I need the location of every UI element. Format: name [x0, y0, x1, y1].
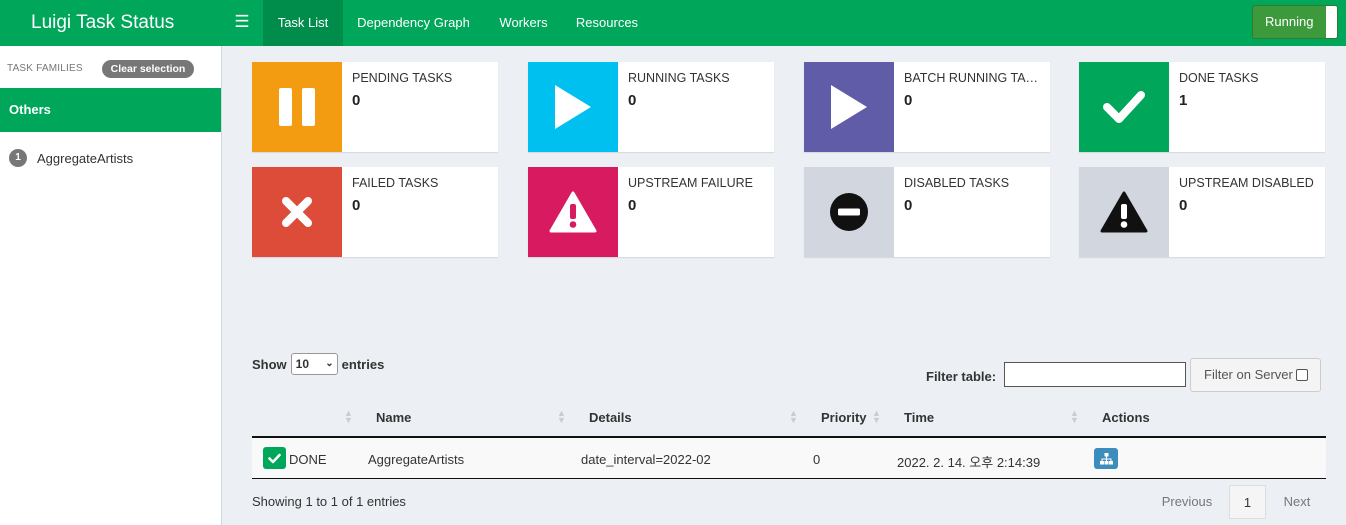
- infobox-label: UPSTREAM FAILURE: [628, 176, 754, 190]
- infobox-label: DISABLED TASKS: [904, 176, 1010, 190]
- tab-resources[interactable]: Resources: [563, 0, 651, 46]
- pagination-previous[interactable]: Previous: [1146, 485, 1228, 519]
- pagination-page-1[interactable]: 1: [1229, 485, 1266, 519]
- sidebar: TASK FAMILIES Clear selection Others 1 A…: [0, 46, 222, 525]
- table-info: Showing 1 to 1 of 1 entries: [252, 494, 406, 509]
- infobox-upstream-failure[interactable]: UPSTREAM FAILURE 0: [528, 167, 774, 257]
- toggle-knob: [1326, 6, 1337, 38]
- infobox-count: 0: [352, 197, 361, 214]
- infobox-label: BATCH RUNNING TASKS: [904, 71, 1044, 85]
- pause-icon: [252, 62, 342, 152]
- sidebar-group-others[interactable]: Others: [0, 88, 221, 132]
- task-name: AggregateArtists: [368, 452, 465, 467]
- times-icon: [252, 167, 342, 257]
- task-details: date_interval=2022-02: [581, 452, 711, 467]
- filter-on-server-button[interactable]: Filter on Server: [1190, 358, 1321, 392]
- infobox-done-tasks[interactable]: DONE TASKS 1: [1079, 62, 1325, 152]
- infobox-label: RUNNING TASKS: [628, 71, 730, 85]
- page-size-value: 10: [295, 357, 310, 371]
- clear-selection-button[interactable]: Clear selection: [102, 60, 194, 78]
- menu-toggle-icon[interactable]: ☰: [228, 0, 256, 46]
- running-toggle-button[interactable]: Running: [1252, 5, 1338, 39]
- play-icon: [528, 62, 618, 152]
- infobox-count: 0: [904, 197, 913, 214]
- infobox-batch-running-tasks[interactable]: BATCH RUNNING TASKS 0: [804, 62, 1050, 152]
- infobox-label: DONE TASKS: [1179, 71, 1259, 85]
- filter-on-server-checkbox[interactable]: [1296, 369, 1308, 381]
- show-entries-control: Show 10 ⌄ entries: [252, 353, 384, 375]
- play-icon: [804, 62, 894, 152]
- entries-label: entries: [341, 356, 385, 372]
- page-size-select[interactable]: 10 ⌄: [290, 353, 338, 375]
- warning-icon: [528, 167, 618, 257]
- infobox-label: FAILED TASKS: [352, 176, 439, 190]
- infobox-disabled-tasks[interactable]: DISABLED TASKS 0: [804, 167, 1050, 257]
- column-header-time[interactable]: Time: [904, 410, 934, 425]
- infobox-count: 0: [352, 92, 361, 109]
- tab-workers[interactable]: Workers: [484, 0, 563, 46]
- sort-icon[interactable]: ▲ ▼: [872, 409, 881, 425]
- dependency-graph-button[interactable]: [1094, 448, 1118, 469]
- infobox-count: 0: [904, 92, 913, 109]
- filter-table-input[interactable]: [1004, 362, 1186, 387]
- column-header-details[interactable]: Details: [589, 410, 632, 425]
- infobox-pending-tasks[interactable]: PENDING TASKS 0: [252, 62, 498, 152]
- chevron-down-icon: ⌄: [325, 358, 334, 369]
- sitemap-icon: [1099, 452, 1113, 464]
- column-header-priority[interactable]: Priority: [821, 410, 867, 425]
- app-title[interactable]: Luigi Task Status: [0, 0, 221, 46]
- sidebar-item-aggregateartists[interactable]: 1 AggregateArtists: [9, 149, 133, 167]
- filter-table-label: Filter table:: [926, 369, 997, 384]
- tab-dependency-graph[interactable]: Dependency Graph: [343, 0, 484, 46]
- warning-icon: [1079, 167, 1169, 257]
- check-icon: [1079, 62, 1169, 152]
- task-status: DONE: [289, 452, 327, 467]
- running-label: Running: [1265, 14, 1314, 29]
- family-name: AggregateArtists: [37, 150, 134, 166]
- infobox-count: 0: [628, 92, 637, 109]
- sort-icon[interactable]: ▲ ▼: [1070, 409, 1079, 425]
- sort-icon[interactable]: ▲ ▼: [789, 409, 798, 425]
- task-time: 2022. 2. 14. 오후 2:14:39: [897, 455, 1041, 470]
- task-families-label: TASK FAMILIES: [7, 63, 83, 74]
- tab-task-list[interactable]: Task List: [263, 0, 343, 46]
- infobox-count: 1: [1179, 92, 1188, 109]
- filter-on-server-label: Filter on Server: [1204, 367, 1293, 382]
- check-icon: [263, 447, 286, 469]
- sort-icon[interactable]: ▲ ▼: [557, 409, 566, 425]
- task-priority: 0: [813, 452, 821, 467]
- infobox-running-tasks[interactable]: RUNNING TASKS 0: [528, 62, 774, 152]
- column-header-name[interactable]: Name: [376, 410, 411, 425]
- infobox-label: PENDING TASKS: [352, 71, 453, 85]
- minus-circle-icon: [804, 167, 894, 257]
- infobox-count: 0: [628, 197, 637, 214]
- infobox-count: 0: [1179, 197, 1188, 214]
- infobox-failed-tasks[interactable]: FAILED TASKS 0: [252, 167, 498, 257]
- pagination-next[interactable]: Next: [1267, 485, 1327, 519]
- infobox-label: UPSTREAM DISABLED: [1179, 176, 1314, 190]
- family-count-badge: 1: [9, 149, 27, 167]
- top-navbar: Luigi Task Status ☰ Task List Dependency…: [0, 0, 1346, 46]
- column-header-actions: Actions: [1102, 410, 1150, 425]
- infobox-upstream-disabled[interactable]: UPSTREAM DISABLED 0: [1079, 167, 1325, 257]
- sort-icon[interactable]: ▲ ▼: [344, 409, 353, 425]
- show-label: Show: [252, 356, 287, 372]
